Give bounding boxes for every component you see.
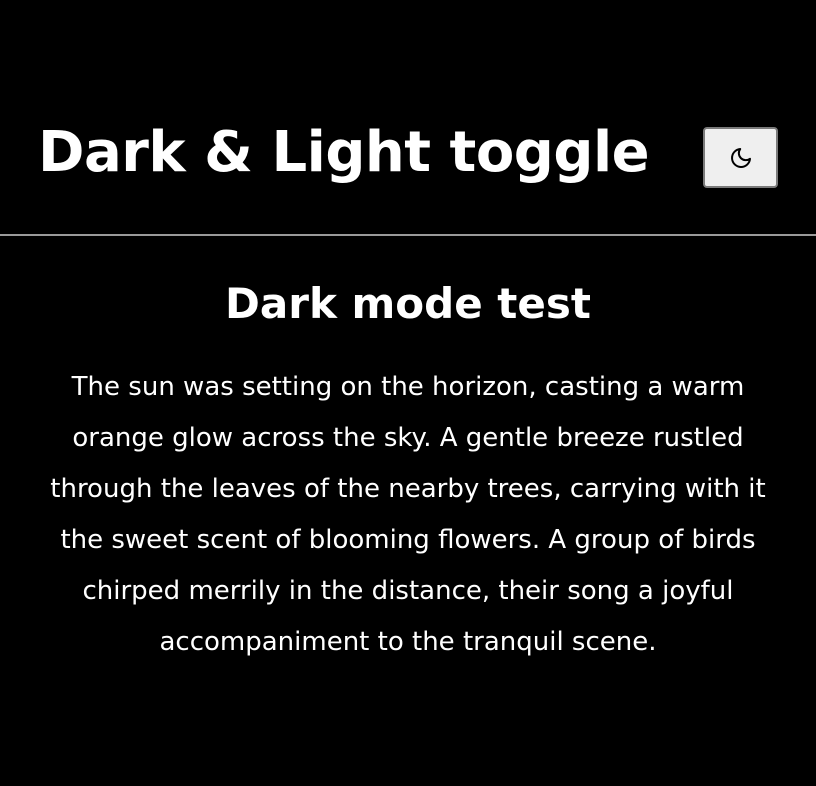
content-paragraph: The sun was setting on the horizon, cast… [50,372,766,657]
page-title: Dark & Light toggle [38,120,650,185]
page: Dark & Light toggle Dark mode test The s… [0,0,816,786]
moon-icon [729,146,753,170]
theme-toggle-button[interactable] [703,127,778,188]
content-heading: Dark mode test [225,279,591,328]
header: Dark & Light toggle [0,0,816,236]
